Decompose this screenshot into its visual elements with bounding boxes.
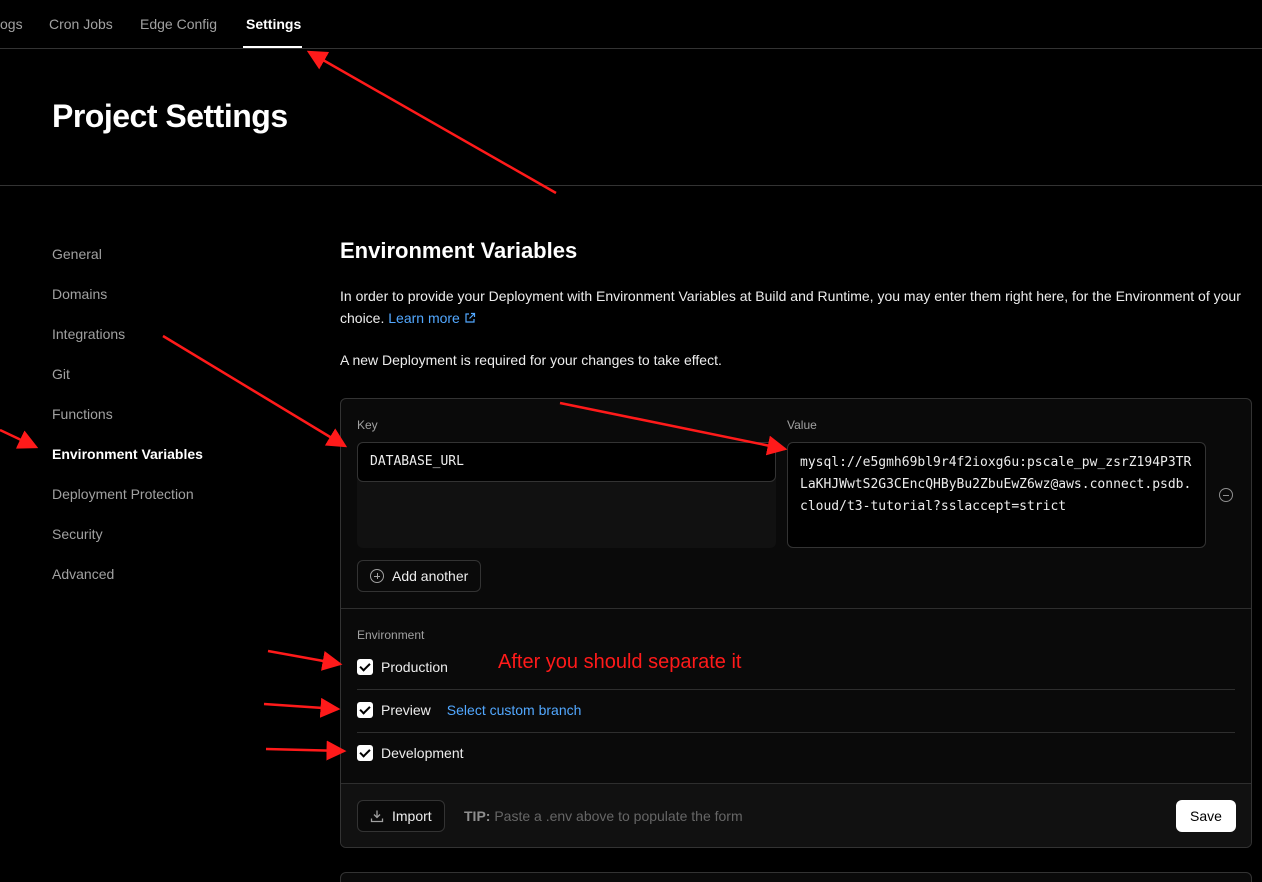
arrow-to-settings-tab	[306, 50, 557, 195]
arrow-to-key-input	[162, 334, 348, 448]
arrow-to-value-field	[559, 401, 788, 456]
annotation-arrows	[0, 50, 788, 761]
arrow-to-sidebar-item	[0, 428, 39, 449]
arrow-to-preview	[263, 697, 341, 718]
arrow-to-production	[267, 649, 343, 671]
arrow-to-development	[265, 740, 347, 761]
